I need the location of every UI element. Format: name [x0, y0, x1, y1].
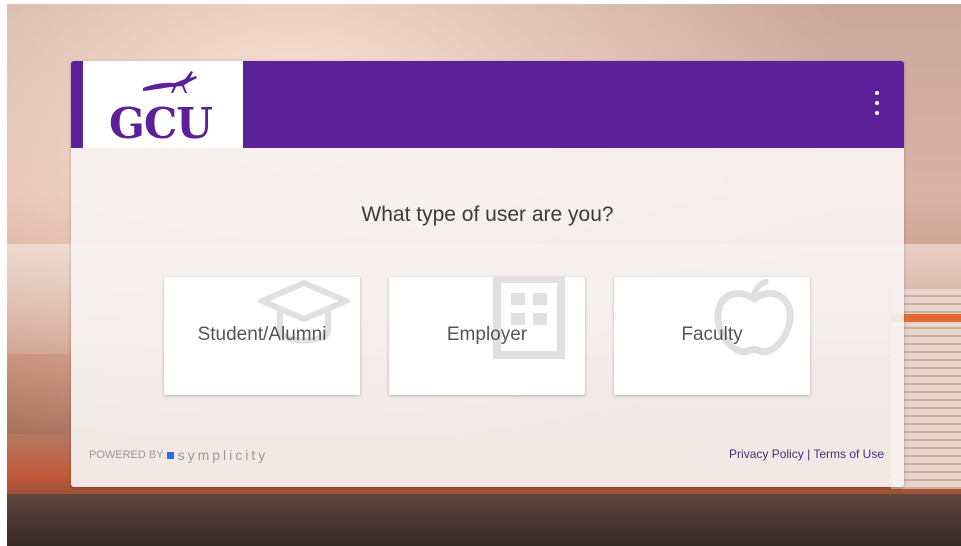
graduation-cap-icon	[258, 279, 350, 344]
background-book-bottom	[7, 494, 961, 546]
powered-by-text: POWERED BY	[89, 449, 164, 461]
employer-option[interactable]: Employer	[389, 277, 585, 395]
footer-links: Privacy Policy | Terms of Use	[729, 447, 884, 461]
terms-of-use-link[interactable]: Terms of Use	[813, 447, 884, 461]
user-type-question: What type of user are you?	[361, 203, 614, 226]
antelope-logo-icon	[143, 71, 197, 93]
card-header: GCU	[71, 61, 904, 148]
option-label: Faculty	[681, 324, 743, 345]
footer-separator: |	[807, 447, 811, 461]
logo-text: GCU	[109, 99, 213, 148]
more-vertical-icon[interactable]	[870, 91, 884, 117]
symplicity-logo-text: symplicity	[177, 447, 269, 463]
gcu-logo: GCU	[83, 61, 243, 148]
apple-icon	[714, 278, 794, 356]
symplicity-square-icon	[166, 451, 174, 459]
faculty-option[interactable]: Faculty	[614, 277, 810, 395]
option-label: Employer	[446, 324, 528, 345]
powered-by: POWERED BY symplicity	[89, 447, 268, 463]
option-label: Student/Alumni	[197, 324, 327, 345]
student-alumni-option[interactable]: Student/Alumni	[164, 277, 360, 395]
user-type-card: GCU What type of user are you? Student/A…	[71, 61, 904, 487]
building-icon	[493, 277, 565, 359]
privacy-policy-link[interactable]: Privacy Policy	[729, 447, 804, 461]
